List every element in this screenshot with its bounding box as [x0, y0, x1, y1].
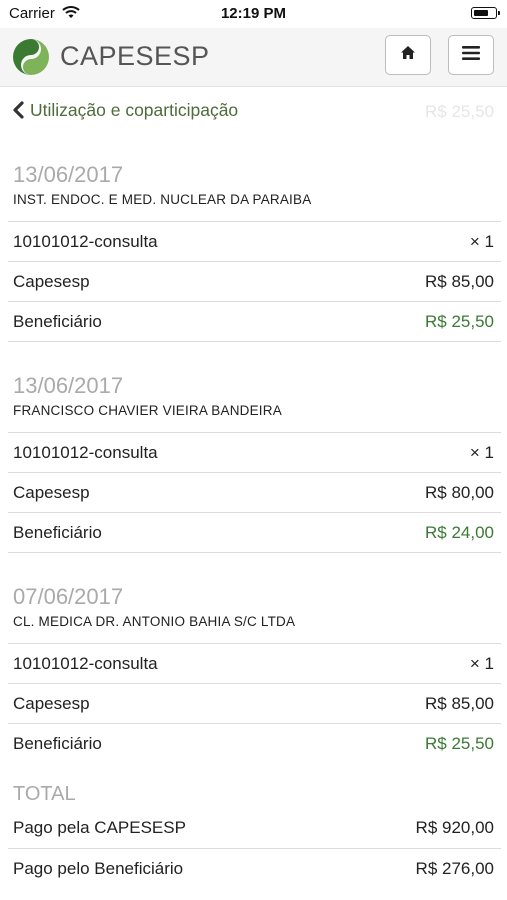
usage-entry: 13/06/2017 INST. ENDOC. E MED. NUCLEAR D… — [8, 162, 501, 344]
procedure-code: 10101012-consulta — [13, 443, 158, 462]
total-label: Pago pelo Beneficiário — [13, 859, 184, 878]
total-row: Pago pela CAPESESP R$ 920,00 — [8, 808, 501, 848]
menu-button[interactable] — [448, 35, 494, 75]
hamburger-menu-icon — [462, 45, 480, 65]
capesesp-row: Capesesp R$ 85,00 — [8, 261, 501, 301]
faded-header-value: R$ 25,50 — [425, 102, 494, 121]
entry-date: 13/06/2017 — [13, 162, 124, 187]
capesesp-label: Capesesp — [13, 272, 90, 291]
status-time: 12:19 PM — [220, 5, 287, 22]
entry-date: 13/06/2017 — [13, 373, 124, 398]
home-icon — [400, 45, 416, 65]
beneficiario-label: Beneficiário — [13, 523, 102, 542]
beneficiario-value: R$ 25,50 — [425, 312, 494, 331]
capesesp-value: R$ 80,00 — [425, 483, 494, 502]
entry-date: 07/06/2017 — [13, 584, 124, 609]
total-value: R$ 276,00 — [415, 859, 494, 878]
brand-logo-text: CAPESESP — [60, 41, 210, 71]
beneficiario-value: R$ 24,00 — [425, 523, 494, 542]
procedure-row: 10101012-consulta × 1 — [8, 221, 501, 261]
back-link[interactable]: Utilização e coparticipação — [30, 100, 238, 121]
procedure-quantity: × 1 — [469, 232, 494, 251]
entry-provider: CL. MEDICA DR. ANTONIO BAHIA S/C LTDA — [13, 614, 296, 629]
total-heading: TOTAL — [13, 783, 76, 805]
beneficiario-label: Beneficiário — [13, 734, 102, 753]
procedure-code: 10101012-consulta — [13, 232, 158, 251]
chevron-left-icon[interactable] — [12, 101, 24, 119]
procedure-row: 10101012-consulta × 1 — [8, 643, 501, 683]
capesesp-logo-icon — [11, 37, 51, 77]
capesesp-row: Capesesp R$ 80,00 — [8, 472, 501, 512]
capesesp-value: R$ 85,00 — [425, 272, 494, 291]
home-button[interactable] — [385, 35, 431, 75]
usage-entry: 13/06/2017 FRANCISCO CHAVIER VIEIRA BAND… — [8, 373, 501, 555]
usage-entry: 07/06/2017 CL. MEDICA DR. ANTONIO BAHIA … — [8, 584, 501, 766]
beneficiario-label: Beneficiário — [13, 312, 102, 331]
total-value: R$ 920,00 — [415, 818, 494, 837]
procedure-quantity: × 1 — [469, 654, 494, 673]
entry-provider: INST. ENDOC. E MED. NUCLEAR DA PARAIBA — [13, 192, 312, 207]
total-row: Pago pelo Beneficiário R$ 276,00 — [8, 848, 501, 888]
beneficiario-row: Beneficiário R$ 24,00 — [8, 512, 501, 553]
status-bar: Carrier 12:19 PM — [0, 0, 507, 28]
procedure-quantity: × 1 — [469, 443, 494, 462]
capesesp-row: Capesesp R$ 85,00 — [8, 683, 501, 723]
capesesp-label: Capesesp — [13, 694, 90, 713]
capesesp-label: Capesesp — [13, 483, 90, 502]
beneficiario-value: R$ 25,50 — [425, 734, 494, 753]
procedure-code: 10101012-consulta — [13, 654, 158, 673]
app-header: CAPESESP — [0, 28, 507, 87]
capesesp-value: R$ 85,00 — [425, 694, 494, 713]
battery-icon — [471, 7, 500, 19]
beneficiario-row: Beneficiário R$ 25,50 — [8, 723, 501, 764]
beneficiario-row: Beneficiário R$ 25,50 — [8, 301, 501, 342]
total-label: Pago pela CAPESESP — [13, 818, 186, 837]
back-navigation[interactable]: Utilização e coparticipação R$ 25,50 — [0, 86, 507, 134]
procedure-row: 10101012-consulta × 1 — [8, 432, 501, 472]
entry-provider: FRANCISCO CHAVIER VIEIRA BANDEIRA — [13, 403, 282, 418]
